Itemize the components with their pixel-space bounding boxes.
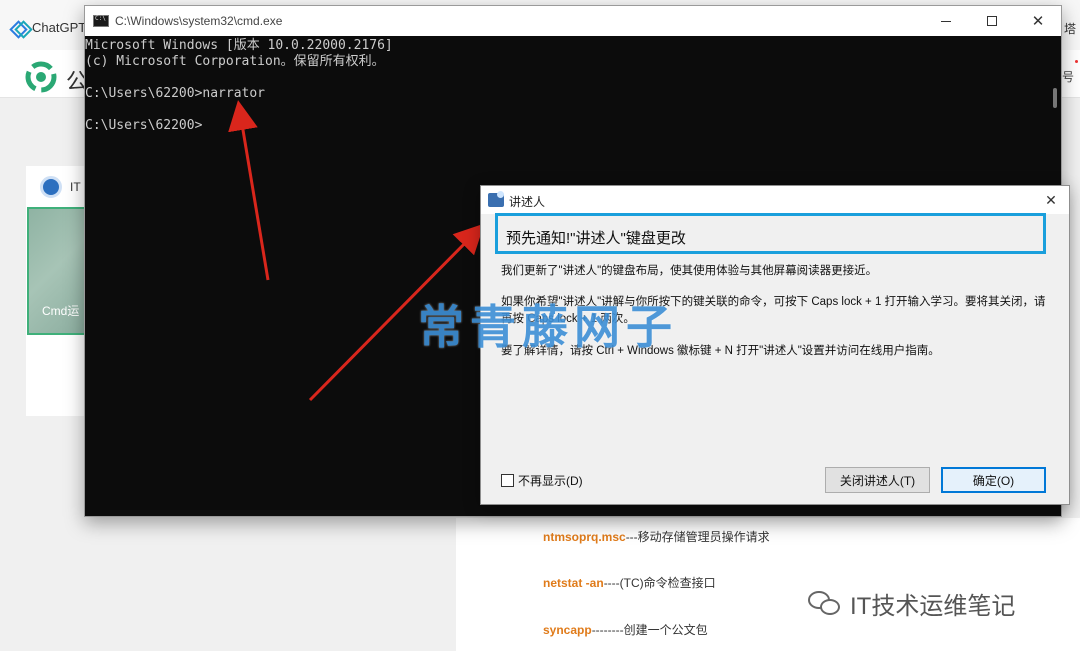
dont-show-again-label[interactable]: 不再显示(D) [518,472,583,489]
command-desc: ---移动存储管理员操作请求 [625,530,770,544]
command-desc: ----(TC)命令检查接口 [603,576,716,590]
maximize-icon [987,16,997,26]
narrator-app-icon [488,191,504,207]
article-thumbnail-caption: Cmd运 [42,304,80,318]
close-icon[interactable]: ✕ [1039,190,1063,210]
command-name: netstat -an [543,576,604,590]
console-line: Microsoft Windows [版本 10.0.22000.2176] [85,38,393,53]
dialog-titlebar[interactable]: 讲述人 ✕ [481,186,1069,214]
command-name: ntmsoprq.msc [543,530,626,544]
notification-dot [1075,60,1078,63]
article-list-item: syncapp--------创建一个公文包 [543,621,708,638]
minimize-icon [941,20,951,22]
wechat-account-name: IT技术运维笔记 [850,593,1016,620]
dialog-heading: 预先通知!"讲述人"键盘更改 [506,230,686,247]
console-prompt: C:\Users\62200> [85,118,203,133]
image-watermark: 常青藤网子 [418,300,678,354]
minimize-button[interactable] [923,6,969,36]
maximize-button[interactable] [969,6,1015,36]
cmd-window-title: C:\Windows\system32\cmd.exe [115,14,283,28]
chatgpt-tab-icon [12,21,26,35]
dialog-heading-box: 预先通知!"讲述人"键盘更改 [495,213,1046,254]
wechat-account-watermark: IT技术运维笔记 [808,586,1015,621]
account-avatar-icon [40,176,62,198]
dont-show-again-option[interactable]: 不再显示(D) [501,472,583,489]
header-right-fragment: 号 [1061,70,1074,84]
browser-tab-label: ChatGPT [32,20,87,35]
close-icon: ✕ [1031,12,1045,30]
close-narrator-button[interactable]: 关闭讲述人(T) [825,467,930,493]
ok-button[interactable]: 确定(O) [941,467,1046,493]
dialog-title: 讲述人 [509,195,546,209]
command-desc: --------创建一个公文包 [591,623,708,637]
command-name: syncapp [543,623,592,637]
console-scrollbar[interactable] [1053,88,1057,108]
cmd-titlebar[interactable]: C:\Windows\system32\cmd.exe ✕ [85,6,1061,36]
close-button[interactable]: ✕ [1015,6,1061,36]
article-list-item: ntmsoprq.msc---移动存储管理员操作请求 [543,528,770,545]
dont-show-again-checkbox[interactable] [501,474,514,487]
console-line: (c) Microsoft Corporation。保留所有权利。 [85,54,385,69]
site-logo-icon [25,61,57,93]
cmd-app-icon [93,15,109,27]
console-line: C:\Users\62200>narrator [85,86,266,101]
wechat-icon [808,589,842,619]
article-list-item: netstat -an----(TC)命令检查接口 [543,574,716,591]
browser-tab-right-fragment: 塔 [1063,22,1076,36]
left-card-title: IT [70,180,81,194]
dialog-paragraph: 我们更新了"讲述人"的键盘布局，使其使用体验与其他屏幕阅读器更接近。 [501,265,878,277]
browser-tab-chatgpt[interactable]: ChatGPT [12,20,86,35]
